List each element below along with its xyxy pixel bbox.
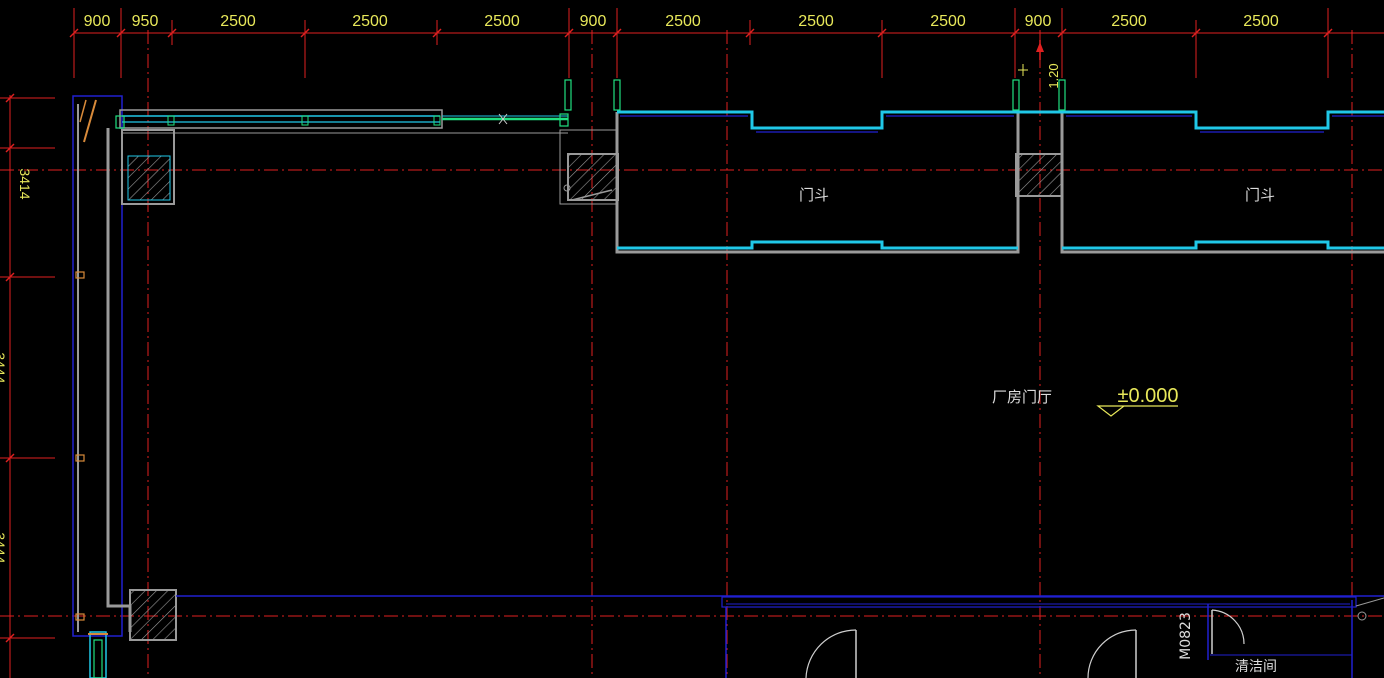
dim-label-12: 2500	[1243, 13, 1279, 30]
door-tag-label: M0823	[1178, 612, 1194, 660]
hall-label: 厂房门厅	[992, 388, 1052, 406]
door-swing-1-icon	[805, 629, 857, 678]
dim-label-3: 2500	[220, 13, 256, 30]
door-swing-2-icon	[1087, 629, 1137, 678]
elevation-marker-icon	[1096, 405, 1178, 417]
dim-label-1: 900	[84, 13, 111, 30]
cleaning-room-label: 清洁间	[1235, 659, 1277, 675]
lobby-annotations: 厂房门厅 ±0.000	[992, 385, 1179, 417]
left-dim-label-2: 3444	[0, 352, 8, 383]
dim-label-5: 2500	[484, 13, 520, 30]
column-3	[1015, 153, 1063, 197]
dim-label-11: 2500	[1111, 13, 1147, 30]
door-swing-3-icon	[1211, 609, 1245, 645]
dim-label-2: 950	[132, 13, 159, 30]
column-4	[129, 589, 177, 641]
dim-label-6: 900	[580, 13, 607, 30]
top-dimension-labels: 900 950 2500 2500 2500 900 2500 2500 250…	[84, 13, 1279, 30]
door-bucket-walls	[564, 40, 1384, 254]
left-dim-label-3: 3444	[0, 532, 8, 563]
dim-label-10: 900	[1025, 13, 1052, 30]
dim-label-9: 2500	[930, 13, 966, 30]
door-bucket-2-label: 门斗	[1245, 186, 1275, 204]
elevation-label: ±0.000	[1117, 385, 1178, 407]
cad-floor-plan: 900 950 2500 2500 2500 900 2500 2500 250…	[0, 8, 1384, 678]
dim-label-4: 2500	[352, 13, 388, 30]
bottom-room-walls	[176, 595, 1384, 678]
axis-grid	[0, 30, 1384, 678]
left-dim-label-1: 3414	[17, 168, 33, 199]
column-2	[567, 153, 619, 201]
bottom-room-labels: M0823 清洁间	[1178, 612, 1277, 675]
step-label: 1.20	[1046, 63, 1061, 88]
door-bucket-1-label: 门斗	[799, 186, 829, 204]
left-dimension-labels: 3414 3444 3444	[0, 168, 33, 563]
top-window-wall	[115, 109, 569, 134]
dim-label-7: 2500	[665, 13, 701, 30]
dim-label-8: 2500	[798, 13, 834, 30]
